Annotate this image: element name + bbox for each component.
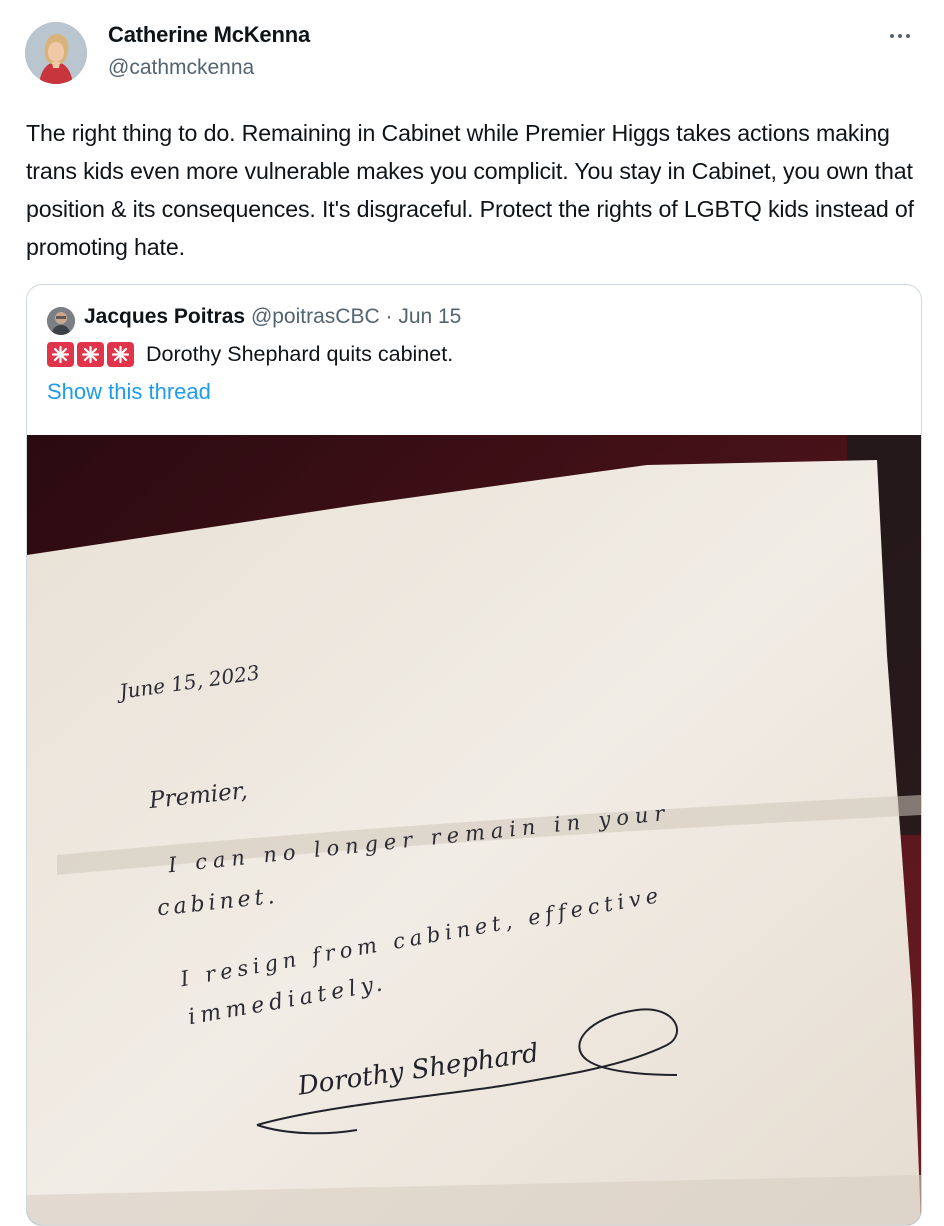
more-dot [898, 34, 902, 38]
quoted-header: Jacques Poitras @poitrasCBC · Jun 15 [84, 305, 461, 329]
signature-flourish [256, 1008, 678, 1135]
more-options-button[interactable] [884, 22, 916, 50]
police-light-icon [77, 342, 104, 367]
tweet: Catherine McKenna @cathmckenna The right… [0, 0, 944, 1226]
quoted-author-handle[interactable]: @poitrasCBC [251, 305, 380, 328]
tweet-text: The right thing to do. Remaining in Cabi… [26, 120, 914, 260]
police-light-icon [47, 342, 74, 367]
quoted-author-name[interactable]: Jacques Poitras [84, 305, 245, 328]
quoted-tweet[interactable]: Jacques Poitras @poitrasCBC · Jun 15 Dor… [26, 284, 922, 1226]
author-avatar[interactable] [25, 22, 87, 84]
author-handle[interactable]: @cathmckenna [108, 56, 254, 80]
author-name[interactable]: Catherine McKenna [108, 22, 310, 48]
meta-separator: · [385, 305, 393, 328]
more-dot [906, 34, 910, 38]
letter-photo[interactable]: June 15, 2023 Premier, I can no longer r… [27, 435, 921, 1225]
more-horizontal-icon [890, 34, 894, 38]
quoted-text-row: Dorothy Shephard quits cabinet. [47, 342, 453, 367]
siren-emoji-group [47, 342, 134, 367]
show-thread-link[interactable]: Show this thread [47, 379, 211, 405]
quoted-author-avatar[interactable] [47, 307, 75, 335]
quoted-text: Dorothy Shephard quits cabinet. [146, 342, 454, 366]
quoted-date[interactable]: Jun 15 [398, 305, 461, 328]
police-light-icon [107, 342, 134, 367]
